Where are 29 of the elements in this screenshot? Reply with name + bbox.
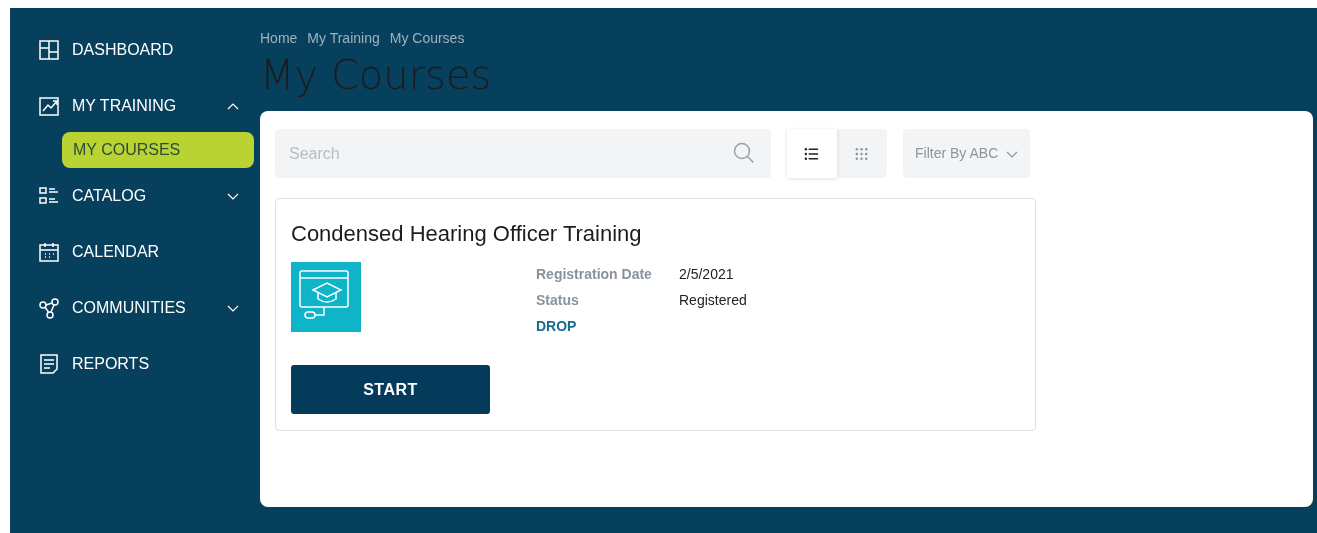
trend-chart-icon bbox=[38, 95, 60, 117]
share-nodes-icon bbox=[38, 297, 60, 319]
field-value: 2/5/2021 bbox=[679, 265, 735, 284]
list-view-icon bbox=[804, 145, 820, 162]
sidebar-item[interactable]: CALENDAR bbox=[10, 224, 260, 280]
calendar-icon bbox=[38, 241, 60, 263]
list-icon bbox=[38, 185, 60, 207]
breadcrumb-link[interactable]: Home bbox=[260, 28, 298, 49]
search-icon bbox=[733, 142, 755, 164]
search-field[interactable]: Search bbox=[275, 129, 771, 178]
breadcrumb-link[interactable]: My Courses bbox=[389, 28, 465, 49]
dashboard-icon bbox=[38, 39, 60, 61]
sidebar-item[interactable]: CATALOG bbox=[10, 168, 260, 224]
grid-view-icon bbox=[854, 145, 870, 162]
sidebar-subitem[interactable]: MY COURSES bbox=[62, 132, 254, 168]
breadcrumb-link[interactable]: My Training bbox=[307, 28, 380, 49]
field-label: Status bbox=[536, 291, 580, 310]
course-title: Condensed Hearing Officer Training bbox=[291, 220, 643, 248]
sidebar-item[interactable]: COMMUNITIES bbox=[10, 280, 260, 336]
sidebar-item[interactable]: DASHBOARD bbox=[10, 22, 260, 78]
sidebar-item[interactable]: MY TRAINING bbox=[10, 78, 260, 134]
drop-link[interactable]: DROP bbox=[536, 318, 577, 334]
field-label: Registration Date bbox=[536, 265, 653, 284]
report-icon bbox=[38, 353, 60, 375]
page-title: My Courses bbox=[260, 53, 493, 97]
sidebar-item[interactable]: REPORTS bbox=[10, 336, 260, 392]
list-view-button[interactable] bbox=[787, 129, 837, 178]
start-button[interactable]: START bbox=[291, 365, 490, 414]
field-value: Registered bbox=[679, 291, 747, 310]
